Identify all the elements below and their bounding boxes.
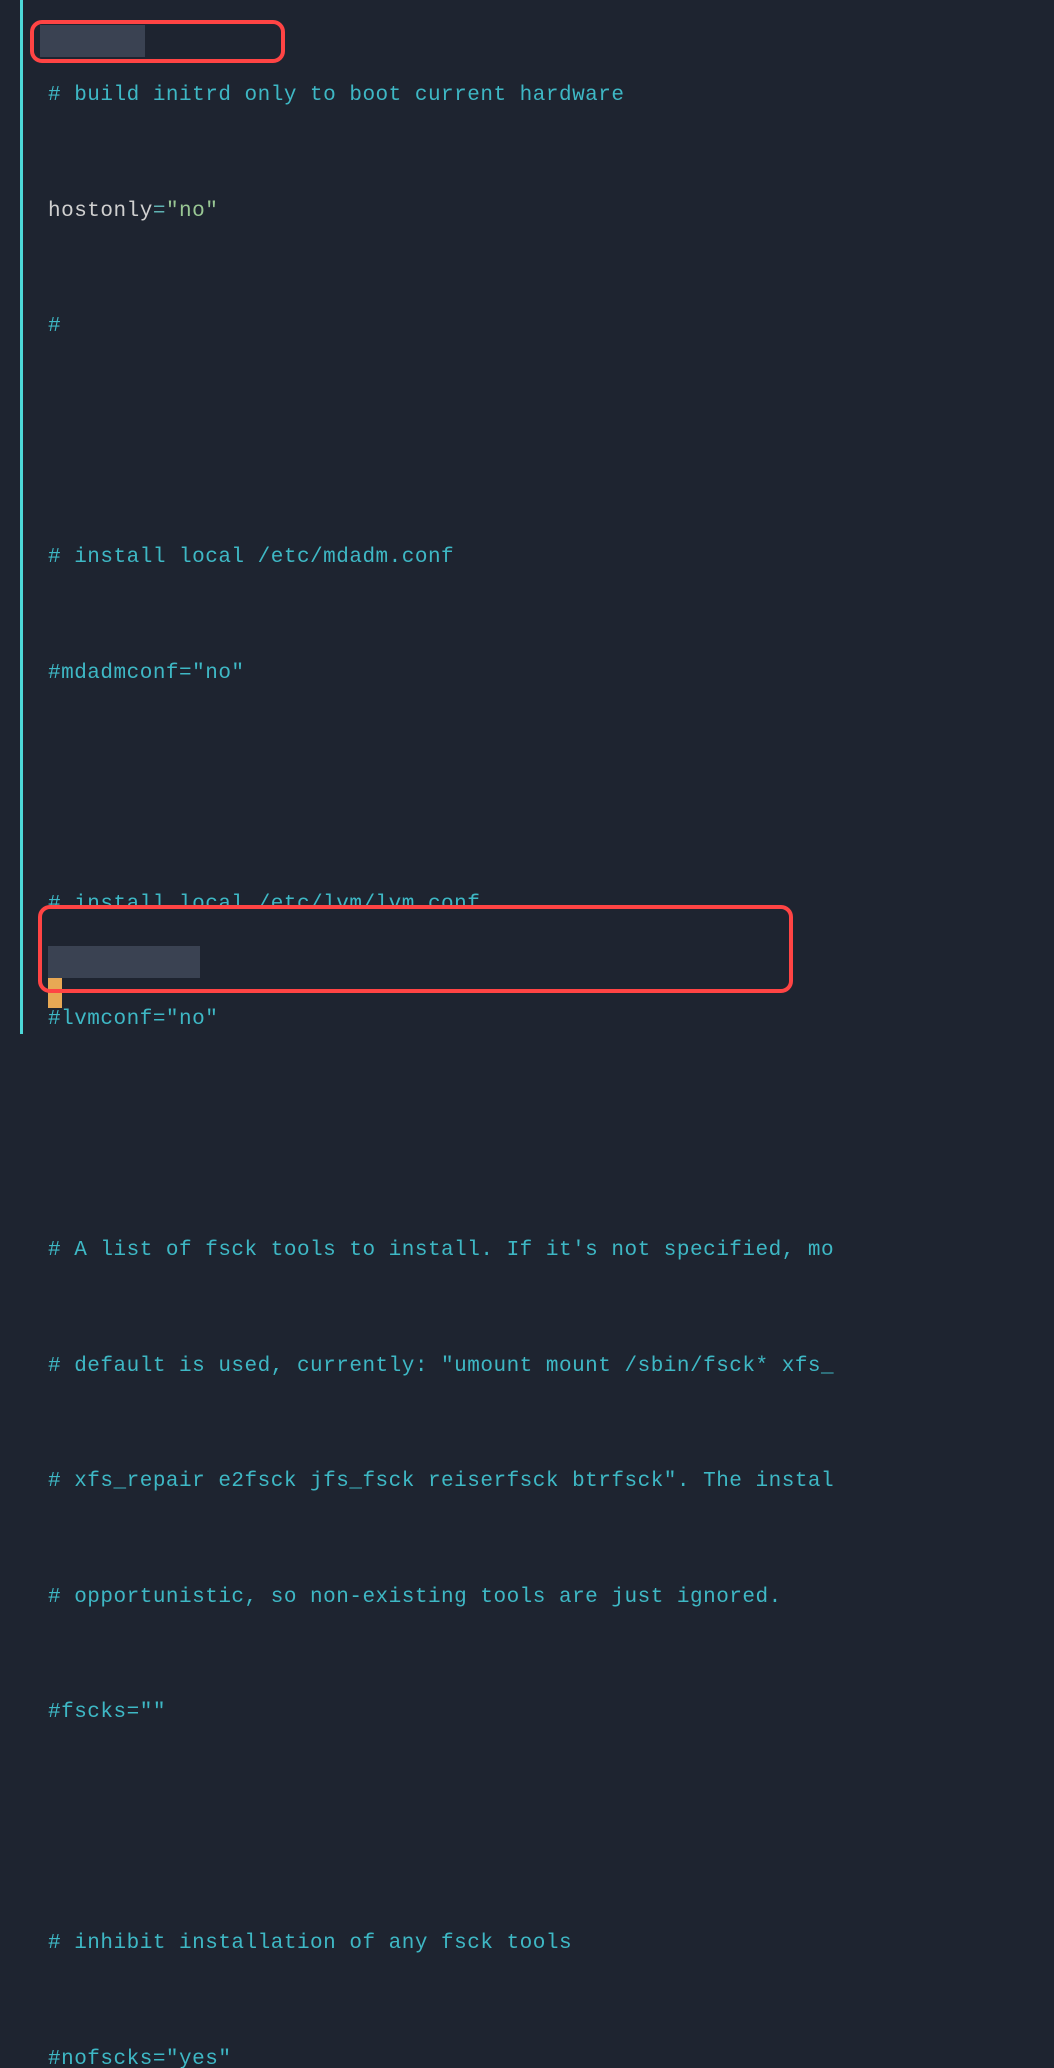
code-comment: #nofscks="yes": [48, 2048, 231, 2068]
empty-line: [48, 770, 1054, 809]
code-comment: # default is used, currently: "umount mo…: [48, 1355, 834, 1378]
variable-name: hostonly: [48, 200, 153, 223]
cursor: [48, 978, 62, 1008]
empty-line: [48, 1117, 1054, 1156]
code-comment: #lvmconf="no": [48, 1008, 218, 1031]
empty-line: [48, 1810, 1054, 1849]
code-comment: #: [48, 315, 61, 338]
operator: =: [153, 200, 166, 223]
code-comment: #mdadmconf="no": [48, 662, 245, 685]
code-comment: # inhibit installation of any fsck tools: [48, 1932, 572, 1955]
code-comment: # build initrd only to boot current hard…: [48, 84, 625, 107]
code-comment: # install local /etc/mdadm.conf: [48, 546, 454, 569]
code-content[interactable]: # build initrd only to boot current hard…: [20, 0, 1054, 2068]
code-editor[interactable]: # build initrd only to boot current hard…: [0, 0, 1054, 1034]
code-comment: # A list of fsck tools to install. If it…: [48, 1239, 834, 1262]
code-comment: #fscks="": [48, 1701, 166, 1724]
string-value: "no": [166, 200, 218, 223]
code-comment: # install local /etc/lvm/lvm.conf: [48, 893, 480, 916]
code-comment: # xfs_repair e2fsck jfs_fsck reiserfsck …: [48, 1470, 834, 1493]
code-comment: # opportunistic, so non-existing tools a…: [48, 1586, 782, 1609]
empty-line: [48, 424, 1054, 463]
